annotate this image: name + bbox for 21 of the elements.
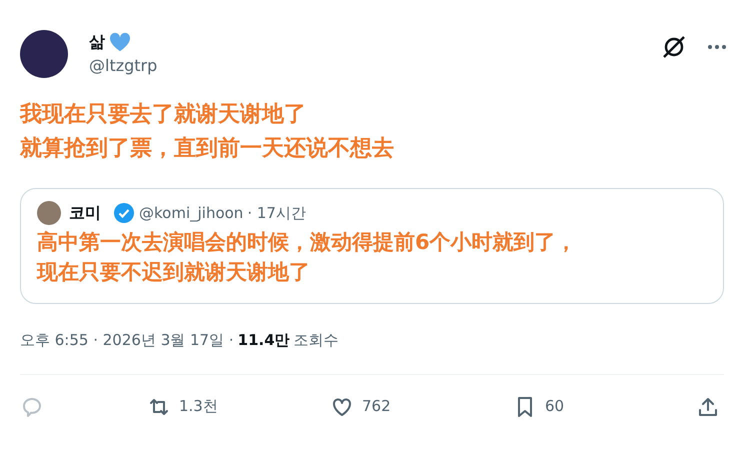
quote-card[interactable]: 코미 @komi_jihoon · 17시간 高中第一次去演唱会的时候，激动得提前6个小时就到了， 现在只要不迟到就谢天谢地了 (20, 188, 724, 304)
view-count: 11.4만 (238, 330, 290, 351)
more-icon[interactable] (707, 44, 727, 50)
action-count: 1.3천 (179, 396, 218, 418)
action-count: 762 (362, 396, 391, 418)
slashed-circle-icon[interactable] (661, 34, 687, 60)
post-time: · 17시간 (247, 202, 306, 224)
avatar-image[interactable] (20, 30, 68, 78)
quote-text-line: 现在只要不迟到就谢天谢地了 (37, 259, 311, 286)
quote-text-line: 高中第一次去演唱会的时候，激动得提前6个小时就到了， (37, 229, 578, 256)
action-count: 60 (545, 396, 564, 418)
user-name: 코미 (69, 202, 101, 224)
tweet-text-line: 就算抢到了票，直到前一天还说不想去 (20, 135, 395, 163)
heart-icon (109, 32, 131, 52)
avatar-image (37, 201, 61, 225)
user-handle[interactable]: @ltzgtrp (89, 54, 158, 78)
views-label: 조회수 (294, 330, 339, 351)
post-timestamp[interactable]: 오후 6:55 · 2026년 3월 17일 · (20, 329, 234, 352)
user-name[interactable]: 삶 (89, 30, 105, 54)
user-handle: @komi_jihoon (139, 202, 244, 224)
tweet-text-line: 我现在只要去了就谢天谢地了 (20, 101, 307, 129)
